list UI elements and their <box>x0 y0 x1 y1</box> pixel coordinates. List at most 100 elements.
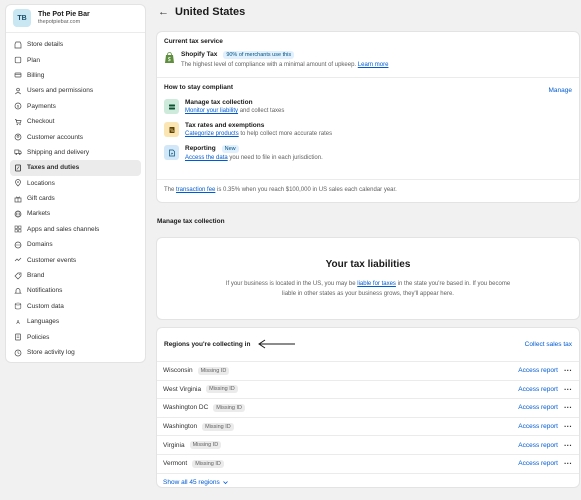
billing-icon <box>14 71 22 79</box>
sidebar-item-locations[interactable]: Locations <box>10 176 141 191</box>
gift-icon <box>14 195 22 203</box>
missing-id-badge: Missing ID <box>206 385 238 394</box>
tax-liabilities-card: Your tax liabilities If your business is… <box>156 237 580 320</box>
more-actions-icon[interactable]: ··· <box>564 366 572 375</box>
sidebar-item-label: Customer accounts <box>27 133 83 141</box>
missing-id-badge: Missing ID <box>213 403 245 412</box>
access-report-link[interactable]: Access report <box>518 442 558 449</box>
store-header[interactable]: TB The Pot Pie Bar thepotpiebar.com <box>6 5 145 33</box>
sidebar-item-label: Locations <box>27 179 55 187</box>
plan-icon <box>14 56 22 64</box>
more-actions-icon[interactable]: ··· <box>564 441 572 450</box>
brand-icon <box>14 272 22 280</box>
compliance-item-desc: Access the data you need to file in each… <box>185 155 323 161</box>
service-description: The highest level of compliance with a m… <box>181 62 388 68</box>
more-actions-icon[interactable]: ··· <box>564 385 572 394</box>
sidebar-item-billing[interactable]: Billing <box>10 68 141 83</box>
events-icon <box>14 256 22 264</box>
domain-icon <box>14 241 22 249</box>
access-report-link[interactable]: Access report <box>518 423 558 430</box>
show-all-regions-button[interactable]: Show all 45 regions <box>157 474 579 492</box>
regions-list: Wisconsin Missing ID Access report ··· West … <box>157 362 579 474</box>
svg-text:$: $ <box>17 104 20 109</box>
liable-for-taxes-link[interactable]: liable for taxes <box>357 281 396 287</box>
compliance-heading: How to stay compliant <box>164 84 233 91</box>
sidebar-item-apps-and-sales-channels[interactable]: Apps and sales channels <box>10 222 141 237</box>
region-name: Wisconsin <box>163 367 193 375</box>
missing-id-badge: Missing ID <box>192 459 224 468</box>
compliance-item-rates: % Tax rates and exemptions Categorize pr… <box>164 122 572 137</box>
compliance-item-title: Manage tax collection <box>185 99 253 106</box>
sidebar-item-store-details[interactable]: Store details <box>10 37 141 52</box>
sidebar-item-label: Shipping and delivery <box>27 148 90 156</box>
sidebar-item-policies[interactable]: Policies <box>10 329 141 344</box>
sidebar-item-label: Plan <box>27 56 41 64</box>
sidebar-item-shipping-and-delivery[interactable]: Shipping and delivery <box>10 145 141 160</box>
sidebar-item-notifications[interactable]: Notifications <box>10 283 141 298</box>
sidebar-item-custom-data[interactable]: Custom data <box>10 299 141 314</box>
sidebar-item-customer-accounts[interactable]: Customer accounts <box>10 129 141 144</box>
sidebar-item-label: Languages <box>27 318 60 326</box>
compliance-item-rest: and collect taxes <box>238 108 285 114</box>
sidebar-item-label: Custom data <box>27 302 64 310</box>
more-actions-icon[interactable]: ··· <box>564 403 572 412</box>
sidebar-item-store-activity-log[interactable]: Store activity log <box>10 345 141 360</box>
collection-icon <box>164 99 179 114</box>
sidebar-item-label: Domains <box>27 241 53 249</box>
transaction-fee-note: The transaction fee is 0.35% when you re… <box>157 179 579 203</box>
sidebar-item-label: Gift cards <box>27 195 55 203</box>
sidebar-item-domains[interactable]: Domains <box>10 237 141 252</box>
sidebar-item-gift-cards[interactable]: Gift cards <box>10 191 141 206</box>
transaction-fee-link[interactable]: transaction fee <box>176 187 215 193</box>
bell-icon <box>14 287 22 295</box>
access-report-link[interactable]: Access report <box>518 404 558 411</box>
more-actions-icon[interactable]: ··· <box>564 459 572 468</box>
svg-text:%: % <box>170 127 174 132</box>
region-row: Vermont Missing ID Access report ··· <box>157 455 579 474</box>
back-arrow-icon[interactable]: ← <box>158 6 169 18</box>
sidebar-item-label: Store activity log <box>27 349 75 356</box>
sidebar-item-customer-events[interactable]: Customer events <box>10 252 141 267</box>
main-content: ← United States Current tax service Shop… <box>156 0 581 488</box>
sidebar-item-label: Apps and sales channels <box>27 225 100 233</box>
categorize-products-link[interactable]: Categorize products <box>185 131 239 137</box>
sidebar-item-markets[interactable]: Markets <box>10 206 141 221</box>
region-row: Virginia Missing ID Access report ··· <box>157 436 579 455</box>
monitor-liability-link[interactable]: Monitor your liability <box>185 108 238 114</box>
compliance-section: How to stay compliant Manage tax collect… <box>157 78 579 167</box>
sidebar-item-plan[interactable]: Plan <box>10 52 141 67</box>
more-actions-icon[interactable]: ··· <box>564 422 572 431</box>
sidebar-item-brand[interactable]: Brand <box>10 268 141 283</box>
sidebar-item-languages[interactable]: A Languages <box>10 314 141 329</box>
shopify-bag-icon <box>165 52 174 63</box>
access-report-link[interactable]: Access report <box>518 386 558 393</box>
region-name: Vermont <box>163 460 188 468</box>
missing-id-badge: Missing ID <box>189 441 222 450</box>
page-title: United States <box>175 6 246 18</box>
compliance-item-desc: Categorize products to help collect more… <box>185 131 332 137</box>
service-description-text: The highest level of compliance with a m… <box>181 62 357 68</box>
access-report-link[interactable]: Access report <box>518 460 558 467</box>
sidebar-item-label: Markets <box>27 210 51 218</box>
sidebar-item-users-and-permissions[interactable]: Users and permissions <box>10 83 141 98</box>
region-row: West Virginia Missing ID Access report ··· <box>157 381 579 400</box>
user-icon <box>14 87 22 95</box>
manage-collection-heading: Manage tax collection <box>157 218 225 225</box>
access-report-link[interactable]: Access report <box>518 367 558 374</box>
sidebar-item-payments[interactable]: $ Payments <box>10 99 141 114</box>
sidebar-item-checkout[interactable]: Checkout <box>10 114 141 129</box>
manage-link[interactable]: Manage <box>549 87 573 94</box>
collect-sales-tax-link[interactable]: Collect sales tax <box>525 341 572 348</box>
sidebar-item-taxes-and-duties[interactable]: Taxes and duties <box>10 160 141 176</box>
learn-more-link[interactable]: Learn more <box>358 62 389 68</box>
show-all-label: Show all 45 regions <box>163 479 220 487</box>
truck-icon <box>14 148 22 156</box>
region-name: Virginia <box>163 441 185 449</box>
regions-header: Regions you're collecting in Collect sal… <box>157 328 579 362</box>
store-icon <box>14 41 22 49</box>
data-icon <box>14 302 22 310</box>
usage-badge: 90% of merchants use this <box>223 51 295 59</box>
sidebar-item-label: Store details <box>27 41 64 49</box>
language-icon: A <box>14 318 22 326</box>
access-data-link[interactable]: Access the data <box>185 155 228 161</box>
